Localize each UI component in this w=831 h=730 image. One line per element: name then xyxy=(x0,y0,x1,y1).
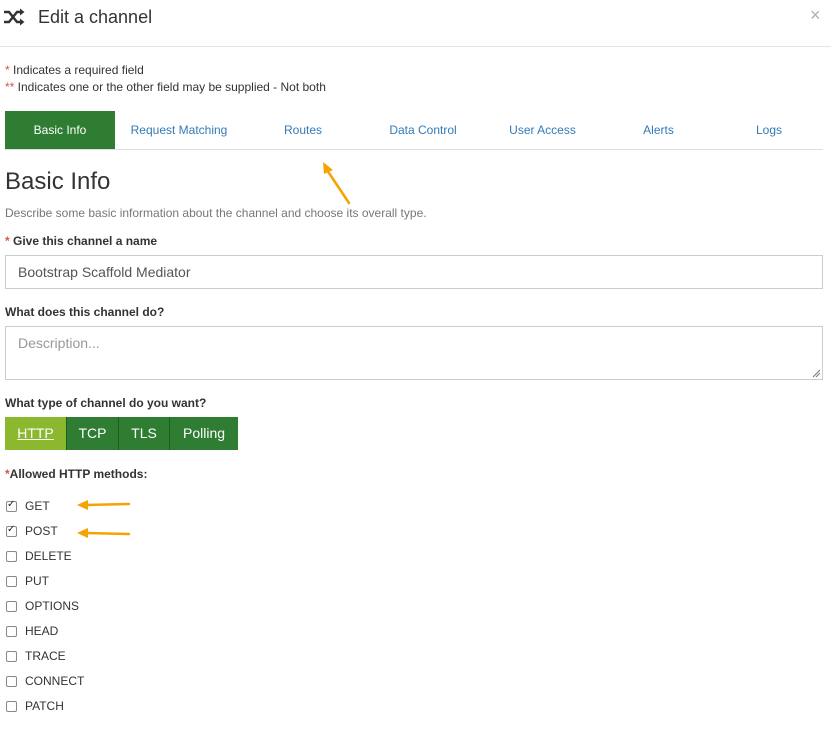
resize-handle-icon[interactable] xyxy=(812,369,821,378)
options-checkbox[interactable] xyxy=(6,600,17,612)
method-label: TRACE xyxy=(25,649,66,663)
put-checkbox[interactable] xyxy=(6,575,17,587)
tab-basic-info[interactable]: Basic Info xyxy=(5,111,115,149)
description-textarea[interactable] xyxy=(5,326,823,380)
method-label: PATCH xyxy=(25,699,64,713)
tab-user-access[interactable]: User Access xyxy=(483,111,602,149)
methods-label-text: Allowed HTTP methods: xyxy=(9,467,148,481)
modal-title: Edit a channel xyxy=(38,7,153,27)
patch-checkbox[interactable] xyxy=(6,700,17,712)
tab-alerts[interactable]: Alerts xyxy=(602,111,715,149)
method-delete[interactable]: DELETE xyxy=(5,548,72,564)
section-description: Describe some basic information about th… xyxy=(5,206,427,220)
tab-logs[interactable]: Logs xyxy=(715,111,823,149)
annotation-arrow-post xyxy=(77,528,131,538)
method-label: HEAD xyxy=(25,624,59,638)
section-title: Basic Info xyxy=(5,168,111,195)
method-label: DELETE xyxy=(25,549,72,563)
method-label: CONNECT xyxy=(25,674,85,688)
channel-type-group: HTTP TCP TLS Polling xyxy=(5,417,238,450)
description-label: What does this channel do? xyxy=(5,305,165,319)
name-label-text: Give this channel a name xyxy=(9,234,158,248)
get-checkbox[interactable] xyxy=(6,499,17,512)
close-icon[interactable]: × xyxy=(810,5,821,26)
method-head[interactable]: HEAD xyxy=(5,623,58,639)
head-checkbox[interactable] xyxy=(6,625,17,637)
trace-checkbox[interactable] xyxy=(6,650,17,662)
method-label: GET xyxy=(25,499,50,513)
required-notes: * Indicates a required field ** Indicate… xyxy=(5,62,326,96)
method-label: PUT xyxy=(25,574,49,588)
method-trace[interactable]: TRACE xyxy=(5,648,66,664)
channel-name-input[interactable] xyxy=(5,255,823,289)
channel-type-label: What type of channel do you want? xyxy=(5,396,207,410)
annotation-arrow-get xyxy=(77,500,131,510)
type-http-button[interactable]: HTTP xyxy=(5,417,67,450)
post-checkbox[interactable] xyxy=(6,524,17,537)
method-options[interactable]: OPTIONS xyxy=(5,598,79,614)
either-note-text: Indicates one or the other field may be … xyxy=(14,80,326,94)
method-get[interactable]: GET xyxy=(5,498,50,514)
annotation-arrow-routes xyxy=(323,162,351,205)
type-tls-button[interactable]: TLS xyxy=(119,417,170,450)
tab-routes[interactable]: Routes xyxy=(243,111,363,149)
type-polling-button[interactable]: Polling xyxy=(170,417,238,450)
method-patch[interactable]: PATCH xyxy=(5,698,64,714)
type-tcp-button[interactable]: TCP xyxy=(67,417,119,450)
method-label: OPTIONS xyxy=(25,599,80,613)
tab-bar: Basic Info Request Matching Routes Data … xyxy=(5,111,823,150)
name-label: * Give this channel a name xyxy=(5,234,157,248)
modal-header: Edit a channel × xyxy=(0,0,831,47)
tab-data-control[interactable]: Data Control xyxy=(363,111,483,149)
either-marker: ** xyxy=(5,80,15,94)
tab-request-matching[interactable]: Request Matching xyxy=(115,111,243,149)
method-put[interactable]: PUT xyxy=(5,573,49,589)
methods-label: *Allowed HTTP methods: xyxy=(5,467,147,481)
method-post[interactable]: POST xyxy=(5,523,58,539)
required-note-text: Indicates a required field xyxy=(9,63,144,77)
method-connect[interactable]: CONNECT xyxy=(5,673,84,689)
shuffle-icon xyxy=(4,8,25,26)
method-label: POST xyxy=(25,524,58,538)
connect-checkbox[interactable] xyxy=(6,675,17,687)
delete-checkbox[interactable] xyxy=(6,550,17,562)
